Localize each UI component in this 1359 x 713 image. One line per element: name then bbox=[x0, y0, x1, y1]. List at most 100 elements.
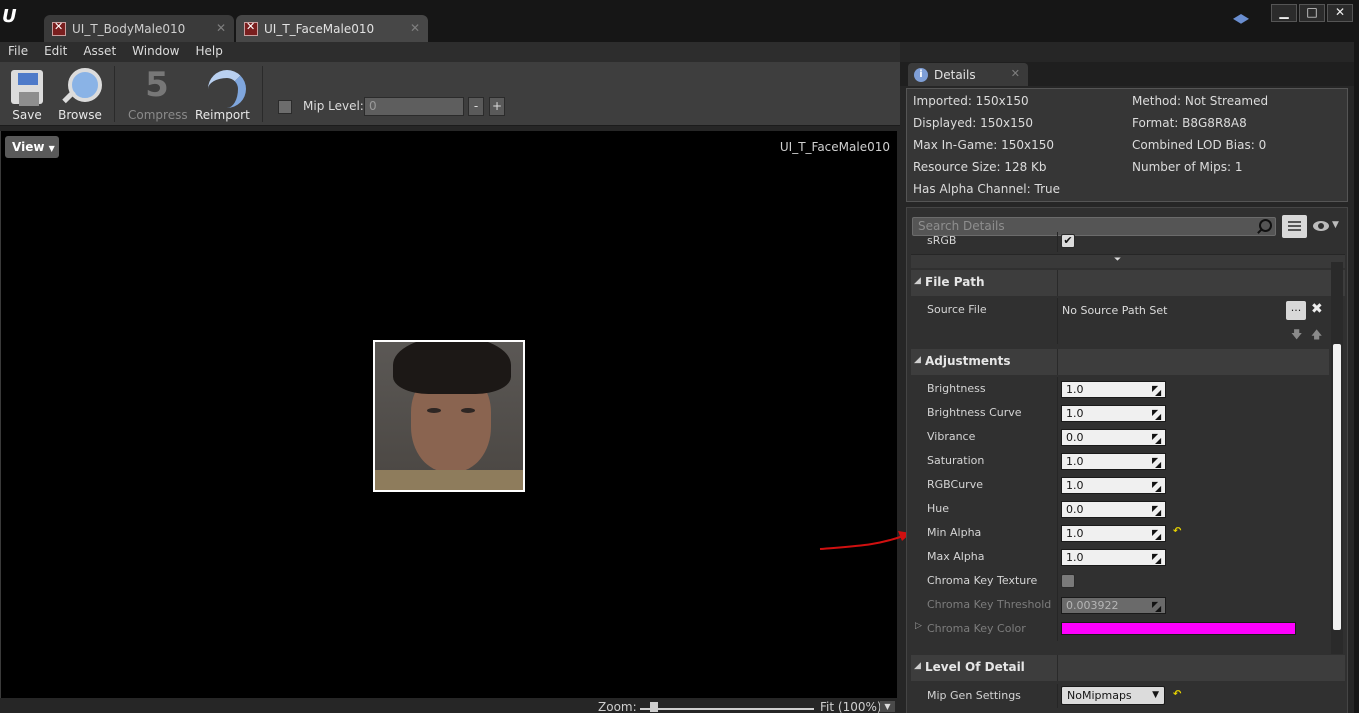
menu-help[interactable]: Help bbox=[187, 42, 230, 62]
drag-handle-icon[interactable] bbox=[1152, 525, 1162, 544]
mip-level-label: Mip Level: bbox=[303, 99, 364, 113]
compress-button[interactable]: 5 Compress bbox=[128, 66, 188, 122]
zoom-dropdown-button[interactable]: ▼ bbox=[880, 701, 895, 712]
property-row-min-alpha: Min Alpha 1.0 ↶ bbox=[911, 521, 1345, 545]
zoom-slider-thumb[interactable] bbox=[649, 702, 658, 712]
drag-handle-icon[interactable] bbox=[1152, 501, 1162, 520]
info-num-mips: Number of Mips: 1 bbox=[1132, 160, 1243, 174]
mip-decrement-button[interactable]: - bbox=[468, 97, 484, 116]
expand-triangle-icon[interactable]: ▷ bbox=[915, 621, 922, 631]
column-divider bbox=[1057, 298, 1058, 344]
move-up-icon[interactable]: 🡅 bbox=[1311, 326, 1322, 345]
chroma-key-color-swatch[interactable] bbox=[1061, 622, 1296, 635]
category-label: Level Of Detail bbox=[925, 660, 1025, 674]
menu-file[interactable]: File bbox=[0, 42, 36, 62]
property-value: 1.0 bbox=[1066, 407, 1084, 420]
vibrance-input[interactable]: 0.0 bbox=[1061, 429, 1166, 448]
learn-icon[interactable] bbox=[1233, 14, 1249, 24]
property-value: 0.0 bbox=[1066, 503, 1084, 516]
tab-details[interactable]: i Details ✕ bbox=[908, 63, 1028, 86]
property-row-chroma-key-color: ▷ Chroma Key Color bbox=[911, 617, 1345, 641]
drag-handle-icon[interactable] bbox=[1152, 549, 1162, 568]
browse-file-button[interactable]: ... bbox=[1286, 301, 1306, 320]
search-icon[interactable] bbox=[1257, 219, 1272, 233]
zoom-slider-track[interactable] bbox=[640, 708, 814, 710]
advanced-expander[interactable]: ⏷ bbox=[911, 254, 1345, 268]
texture-preview-image bbox=[373, 340, 525, 492]
drag-handle-icon[interactable] bbox=[1152, 381, 1162, 400]
drag-handle-icon[interactable] bbox=[1152, 405, 1162, 424]
menu-window[interactable]: Window bbox=[124, 42, 187, 62]
column-divider bbox=[1057, 617, 1058, 641]
drag-handle-icon[interactable] bbox=[1152, 453, 1162, 472]
category-file-path[interactable]: ◢ File Path bbox=[911, 270, 1345, 296]
mip-level-checkbox[interactable] bbox=[278, 100, 292, 114]
drag-handle-icon[interactable] bbox=[1152, 597, 1162, 616]
brightness-input[interactable]: 1.0 bbox=[1061, 381, 1166, 400]
mip-level-input[interactable]: 0 bbox=[364, 97, 464, 116]
info-has-alpha: Has Alpha Channel: True bbox=[913, 182, 1060, 196]
saturation-input[interactable]: 1.0 bbox=[1061, 453, 1166, 472]
minimize-button[interactable]: ▁ bbox=[1271, 4, 1297, 22]
property-row-max-alpha: Max Alpha 1.0 bbox=[911, 545, 1345, 569]
brightness-curve-input[interactable]: 1.0 bbox=[1061, 405, 1166, 424]
eye-icon[interactable] bbox=[1313, 221, 1329, 231]
property-label: Brightness bbox=[927, 382, 986, 395]
browse-button[interactable]: Browse bbox=[57, 66, 103, 122]
menu-asset[interactable]: Asset bbox=[75, 42, 124, 62]
hue-input[interactable]: 0.0 bbox=[1061, 501, 1166, 520]
column-divider bbox=[1057, 521, 1058, 545]
close-icon[interactable]: ✕ bbox=[216, 21, 226, 35]
property-row-rgb-curve: RGBCurve 1.0 bbox=[911, 473, 1345, 497]
close-icon[interactable]: ✕ bbox=[410, 21, 420, 35]
unreal-logo-icon[interactable]: U bbox=[2, 6, 24, 28]
property-label: Chroma Key Threshold bbox=[927, 598, 1052, 611]
clear-icon[interactable]: ✖ bbox=[1311, 301, 1323, 317]
category-level-of-detail[interactable]: ◢ Level Of Detail bbox=[911, 655, 1345, 681]
chevron-down-icon[interactable]: ▼ bbox=[1332, 220, 1339, 230]
view-menu-button[interactable]: View ▼ bbox=[5, 136, 59, 158]
texture-asset-icon bbox=[52, 20, 66, 36]
drag-handle-icon[interactable] bbox=[1152, 477, 1162, 496]
column-divider bbox=[1057, 401, 1058, 425]
column-divider bbox=[1057, 377, 1058, 401]
texture-info-panel: Imported: 150x150 Displayed: 150x150 Max… bbox=[906, 88, 1348, 202]
chevron-down-icon: ▼ bbox=[48, 144, 55, 153]
property-value: 0.003922 bbox=[1066, 599, 1119, 612]
min-alpha-input[interactable]: 1.0 bbox=[1061, 525, 1166, 544]
reset-to-default-icon[interactable]: ↶ bbox=[1173, 689, 1181, 700]
property-label: Max Alpha bbox=[927, 550, 985, 563]
reimport-button[interactable]: Reimport bbox=[195, 66, 250, 122]
chroma-key-threshold-input[interactable]: 0.003922 bbox=[1061, 597, 1166, 616]
info-lod-bias: Combined LOD Bias: 0 bbox=[1132, 138, 1267, 152]
mip-gen-settings-dropdown[interactable]: NoMipmaps ▼ bbox=[1061, 686, 1165, 705]
close-window-button[interactable]: ✕ bbox=[1327, 4, 1353, 22]
expand-arrow-icon: ⏷ bbox=[1114, 255, 1122, 265]
save-button[interactable]: Save bbox=[8, 66, 46, 122]
property-row-mip-gen-settings: Mip Gen Settings NoMipmaps ▼ ↶ bbox=[911, 684, 1345, 708]
max-alpha-input[interactable]: 1.0 bbox=[1061, 549, 1166, 568]
srgb-checkbox[interactable]: ✔ bbox=[1061, 234, 1075, 248]
category-adjustments[interactable]: ◢ Adjustments bbox=[911, 349, 1329, 375]
save-label: Save bbox=[12, 108, 42, 122]
menu-bar: File Edit Asset Window Help bbox=[0, 42, 900, 62]
chroma-key-texture-checkbox[interactable] bbox=[1061, 574, 1075, 588]
tab-body-male[interactable]: UI_T_BodyMale010 ✕ bbox=[44, 15, 234, 42]
move-down-icon[interactable]: 🡇 bbox=[1291, 326, 1302, 345]
toolbar-divider bbox=[114, 66, 115, 122]
property-value: 1.0 bbox=[1066, 527, 1084, 540]
property-value: 1.0 bbox=[1066, 383, 1084, 396]
texture-viewport[interactable]: View ▼ UI_T_FaceMale010 bbox=[0, 131, 897, 698]
mip-increment-button[interactable]: + bbox=[489, 97, 505, 116]
menu-edit[interactable]: Edit bbox=[36, 42, 75, 62]
property-label: Brightness Curve bbox=[927, 406, 1022, 419]
tab-label: UI_T_BodyMale010 bbox=[72, 21, 186, 36]
reset-to-default-icon[interactable]: ↶ bbox=[1173, 526, 1181, 537]
maximize-button[interactable]: □ bbox=[1299, 4, 1325, 22]
reimport-icon bbox=[204, 66, 246, 108]
close-icon[interactable]: ✕ bbox=[1011, 67, 1020, 80]
drag-handle-icon[interactable] bbox=[1152, 429, 1162, 448]
tab-face-male[interactable]: UI_T_FaceMale010 ✕ bbox=[236, 15, 428, 42]
rgb-curve-input[interactable]: 1.0 bbox=[1061, 477, 1166, 496]
column-divider bbox=[1057, 655, 1058, 681]
